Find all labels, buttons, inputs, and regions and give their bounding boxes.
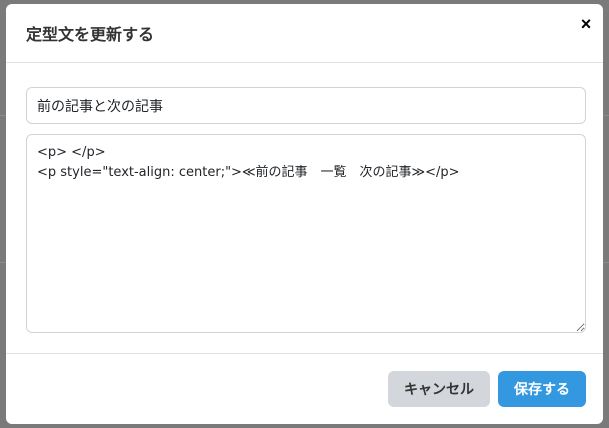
dialog-footer: キャンセル 保存する: [6, 353, 603, 424]
dialog-header: 定型文を更新する ×: [6, 4, 603, 63]
template-title-input[interactable]: [26, 87, 586, 124]
save-button[interactable]: 保存する: [498, 371, 586, 407]
dialog-body: <p> </p> <p style="text-align: center;">…: [6, 63, 603, 353]
template-content-textarea[interactable]: <p> </p> <p style="text-align: center;">…: [26, 134, 586, 333]
close-icon[interactable]: ×: [576, 14, 596, 34]
cancel-button[interactable]: キャンセル: [388, 371, 490, 407]
edit-template-dialog: 定型文を更新する × <p> </p> <p style="text-align…: [6, 4, 603, 424]
dialog-title: 定型文を更新する: [26, 25, 155, 44]
